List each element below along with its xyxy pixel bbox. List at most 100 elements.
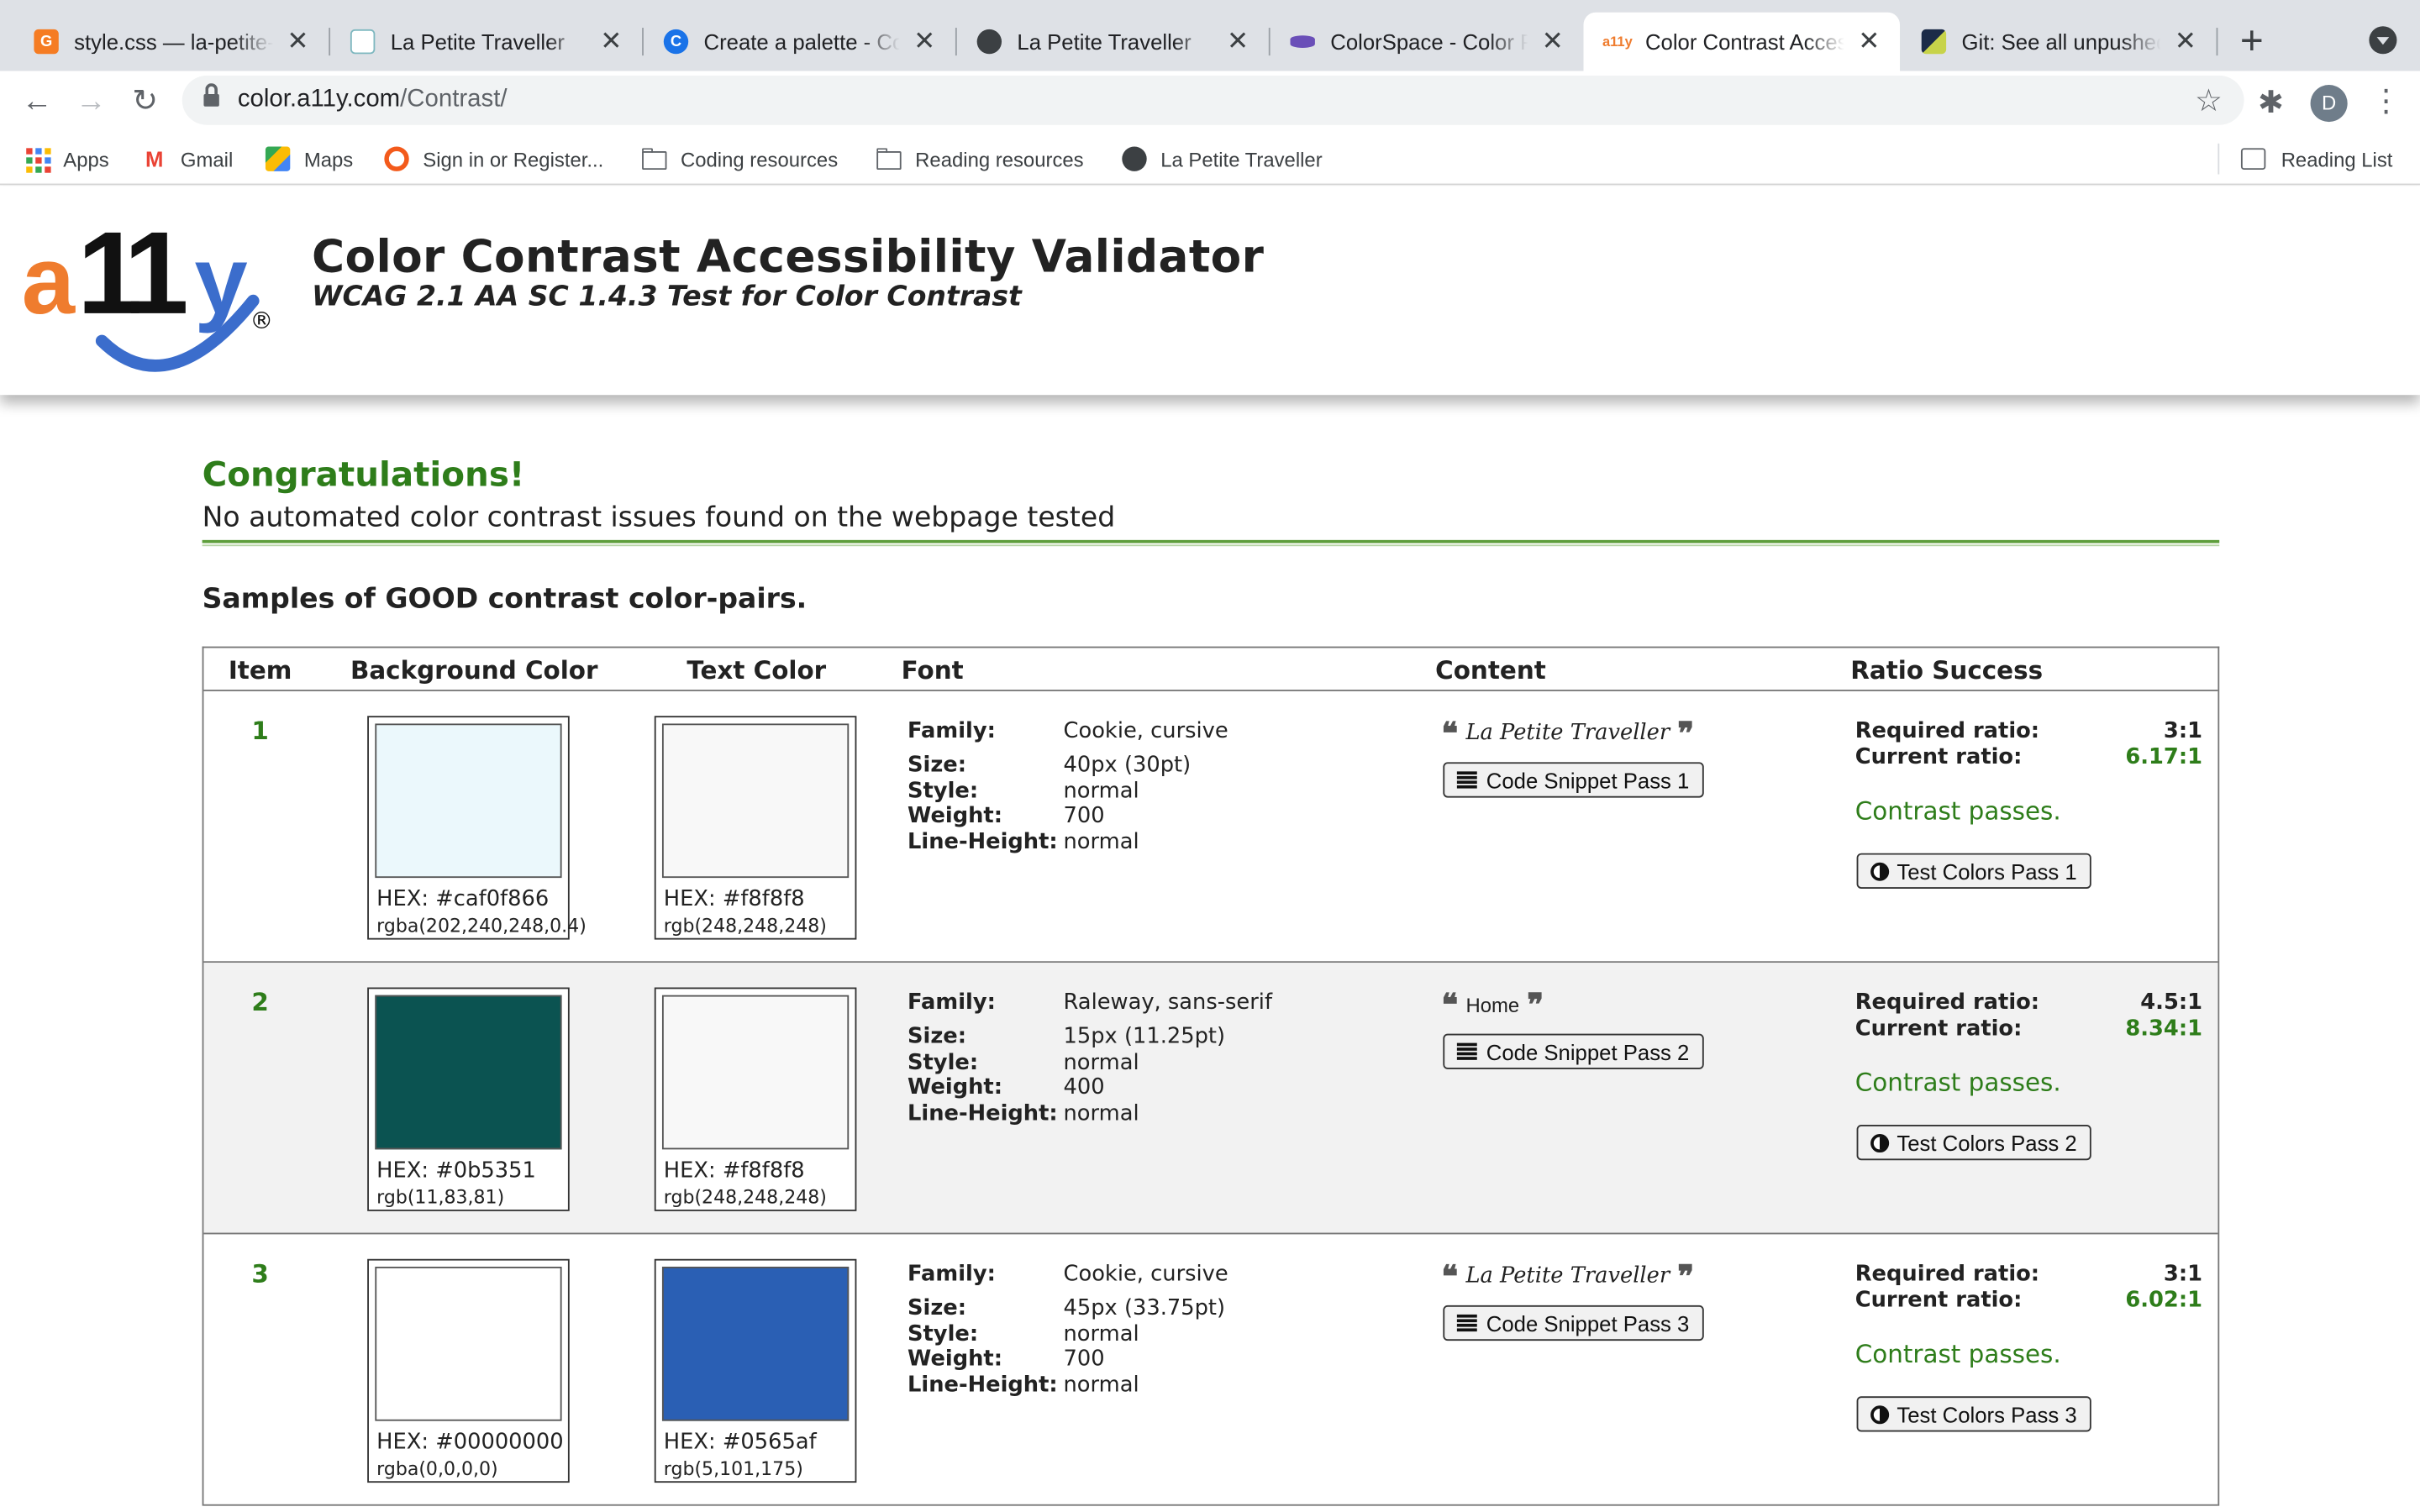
item-number: 2 [251, 987, 269, 1017]
table-row: 1 HEX: #caf0f866 rgba(202,240,248,0.4) H… [203, 691, 2218, 963]
close-tab-icon[interactable]: ✕ [909, 26, 940, 57]
line-height-value: normal [1063, 829, 1139, 854]
browser-menu-icon[interactable]: ⋮ [2370, 81, 2402, 120]
forward-arrow-icon[interactable]: → [70, 81, 113, 123]
open-quote-icon: ❝ [1441, 1257, 1459, 1295]
column-header-ratio: Ratio Success [1850, 655, 2044, 685]
bookmark-la-petite-traveller[interactable]: La Petite Traveller [1122, 145, 1323, 173]
pass-status: Contrast passes. [1854, 1068, 2061, 1097]
required-ratio-value: 3:1 [2163, 718, 2203, 744]
table-row: 2 HEX: #0b5351 rgb(11,83,81) HEX: #f8f8f… [203, 963, 2218, 1235]
bookmark-coding-resources[interactable]: Coding resources [642, 145, 838, 173]
font-family-value: Cookie, cursive [1063, 718, 1228, 744]
line-height-value: normal [1063, 1372, 1139, 1398]
background-color-swatch: HEX: #caf0f866 rgba(202,240,248,0.4) [367, 716, 587, 940]
color-chip [661, 1266, 850, 1421]
tab-search-icon[interactable] [2369, 26, 2397, 55]
address-bar[interactable]: color.a11y.com/Contrast/ ☆ [182, 76, 2244, 125]
column-header-background: Background Color [350, 655, 598, 685]
site-favicon-icon [350, 29, 376, 55]
font-weight-value: 400 [1063, 1075, 1105, 1100]
globe-icon [976, 29, 1002, 55]
page-title: Color Contrast Accessibility Validator [312, 229, 1265, 283]
browser-tab[interactable]: La Petite Traveller ✕ [955, 13, 1270, 71]
browser-tab[interactable]: G style.css — la-petite-traveller ✕ [13, 13, 331, 71]
lock-icon[interactable] [203, 83, 219, 109]
browser-tab[interactable]: ColorSpace - Color Palettes ✕ [1269, 13, 1584, 71]
code-snippet-button[interactable]: Code Snippet Pass 1 [1443, 762, 1703, 798]
close-tab-icon[interactable]: ✕ [1223, 26, 1254, 57]
open-quote-icon: ❝ [1441, 714, 1459, 752]
a11y-favicon-icon: a11y [1602, 29, 1633, 55]
font-weight-value: 700 [1063, 803, 1105, 829]
browser-tab[interactable]: Git: See all unpushed commits ✕ [1900, 13, 2218, 71]
current-ratio-value: 8.34:1 [2125, 1016, 2203, 1041]
browser-tab[interactable]: C Create a palette - Coolors ✕ [642, 13, 957, 71]
results-summary: Congratulations! No automated color cont… [202, 457, 2220, 616]
back-arrow-icon[interactable]: ← [15, 81, 58, 123]
profile-avatar[interactable]: D [2310, 85, 2348, 123]
close-tab-icon[interactable]: ✕ [596, 26, 627, 57]
a11y-logo[interactable]: a 11 y ® [22, 208, 284, 378]
pass-status: Contrast passes. [1854, 1339, 2061, 1369]
browser-tab[interactable]: La Petite Traveller ✕ [329, 13, 644, 71]
color-chip [375, 1266, 562, 1421]
close-tab-icon[interactable]: ✕ [282, 26, 313, 57]
ratio-result: Required ratio: 4.5:1 Current ratio: 8.34:… [1854, 990, 2203, 1161]
close-tab-icon[interactable]: ✕ [1854, 26, 1885, 57]
reading-list-icon [2240, 148, 2266, 171]
bookmark-apps[interactable]: Apps [24, 145, 109, 173]
browser-toolbar: ← → ↻ color.a11y.com/Contrast/ ☆ ✱ D ⋮ [0, 71, 2420, 133]
font-style-value: normal [1063, 1321, 1139, 1347]
current-ratio-value: 6.17:1 [2125, 744, 2203, 769]
color-chip [661, 723, 850, 879]
folder-icon [642, 146, 667, 171]
font-size-value: 40px (30pt) [1063, 753, 1192, 778]
bookmark-separator [2217, 143, 2220, 175]
browser-tab-active[interactable]: a11y Color Contrast Accessibility Valida… [1583, 12, 1901, 71]
font-weight-value: 700 [1063, 1347, 1105, 1372]
content-sample: ❝ La Petite Traveller ❞ Code Snippet Pas… [1441, 714, 1703, 798]
text-color-swatch: HEX: #0565af rgb(5,101,175) [654, 1258, 857, 1483]
apps-grid-icon [24, 146, 51, 173]
line-height-value: normal [1063, 1100, 1139, 1126]
bookmark-maps[interactable]: Maps [265, 145, 353, 173]
bookmark-star-icon[interactable]: ☆ [2195, 81, 2223, 120]
logo-ones: 11 [77, 208, 186, 339]
code-snippet-button[interactable]: Code Snippet Pass 3 [1443, 1305, 1703, 1341]
item-number: 1 [251, 716, 269, 746]
close-quote-icon: ❞ [1677, 1257, 1695, 1295]
globe-icon [1122, 146, 1147, 171]
extensions-puzzle-icon[interactable]: ✱ [2258, 83, 2284, 122]
code-snippet-button[interactable]: Code Snippet Pass 2 [1443, 1033, 1703, 1069]
reading-list-button[interactable]: Reading List [2240, 145, 2392, 173]
divider [202, 539, 2220, 547]
ring-icon [384, 146, 409, 171]
gitpod-favicon-icon: G [34, 29, 59, 55]
colorspace-favicon-icon [1290, 35, 1315, 48]
tab-strip: G style.css — la-petite-traveller ✕ La P… [0, 0, 2420, 71]
samples-heading: Samples of GOOD contrast color-pairs. [202, 583, 808, 616]
close-tab-icon[interactable]: ✕ [1537, 26, 1568, 57]
reload-icon[interactable]: ↻ [124, 81, 166, 123]
bookmark-reading-resources[interactable]: Reading resources [876, 145, 1084, 173]
background-color-swatch: HEX: #00000000 rgba(0,0,0,0) [367, 1258, 570, 1483]
maps-icon [265, 146, 291, 171]
close-tab-icon[interactable]: ✕ [2170, 26, 2201, 57]
coolors-favicon-icon: C [663, 29, 689, 55]
test-colors-button[interactable]: Test Colors Pass 1 [1856, 853, 2091, 889]
required-ratio-value: 3:1 [2163, 1262, 2203, 1287]
current-ratio-value: 6.02:1 [2125, 1287, 2203, 1313]
color-chip [661, 995, 850, 1150]
item-number: 3 [251, 1258, 269, 1289]
font-size-value: 15px (11.25pt) [1063, 1024, 1226, 1049]
test-colors-button[interactable]: Test Colors Pass 2 [1856, 1124, 2091, 1161]
new-tab-icon[interactable]: + [2232, 20, 2272, 62]
ratio-result: Required ratio: 3:1 Current ratio: 6.17:1 … [1855, 718, 2203, 889]
test-colors-button[interactable]: Test Colors Pass 3 [1856, 1396, 2091, 1432]
contrast-icon [1870, 1404, 1890, 1424]
bookmark-gmail[interactable]: M Gmail [142, 145, 233, 173]
close-quote-icon: ❞ [1527, 985, 1544, 1023]
ratio-result: Required ratio: 3:1 Current ratio: 6.02:1 … [1854, 1262, 2203, 1432]
bookmark-sign-in[interactable]: Sign in or Register... [384, 145, 603, 173]
